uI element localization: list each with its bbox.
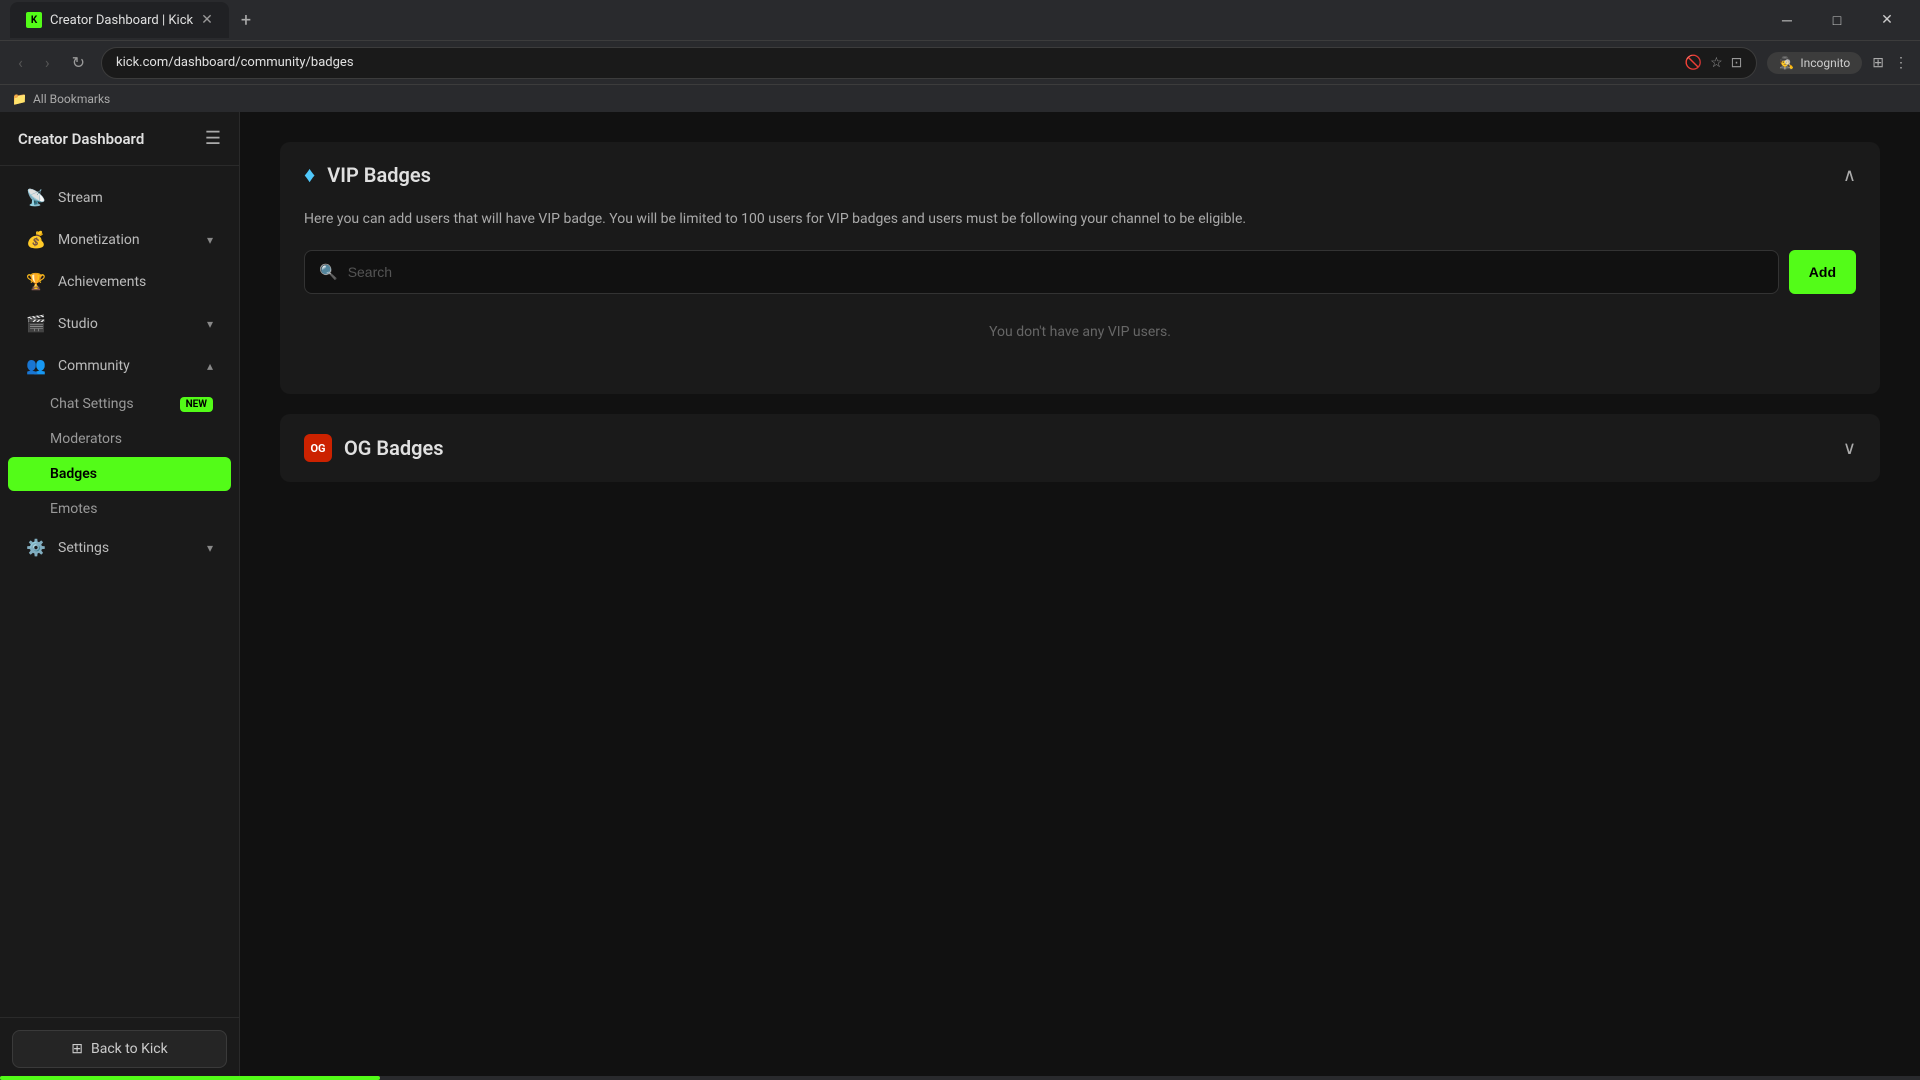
sidebar-nav: 📡 Stream 💰 Monetization ▾ 🏆 Achievements… bbox=[0, 166, 239, 1017]
more-options-icon[interactable]: ⋮ bbox=[1894, 55, 1908, 71]
sidebar-menu-icon[interactable]: ☰ bbox=[205, 128, 221, 149]
back-nav-button[interactable]: ‹ bbox=[12, 47, 29, 78]
chevron-down-icon: ▾ bbox=[207, 233, 213, 247]
chevron-down-icon[interactable]: ∨ bbox=[1843, 438, 1856, 459]
kick-icon: ⊞ bbox=[71, 1041, 83, 1057]
og-badges-title: OG OG Badges bbox=[304, 434, 444, 462]
sidebar-item-community[interactable]: 👥 Community ▴ bbox=[8, 345, 231, 386]
incognito-icon: 🕵 bbox=[1779, 56, 1794, 70]
chevron-up-icon[interactable]: ∧ bbox=[1843, 165, 1856, 186]
og-badges-section: OG OG Badges ∨ bbox=[280, 414, 1880, 482]
minimize-button[interactable]: ─ bbox=[1764, 4, 1810, 36]
sidebar-item-label: Monetization bbox=[58, 232, 195, 248]
sidebar-sub-item-label: Moderators bbox=[50, 431, 122, 447]
sidebar-item-label: Studio bbox=[58, 316, 195, 332]
stream-icon: 📡 bbox=[26, 188, 46, 207]
vip-badges-header[interactable]: ♦ VIP Badges ∧ bbox=[280, 142, 1880, 208]
add-vip-button[interactable]: Add bbox=[1789, 250, 1856, 294]
sidebar-sub-item-label: Chat Settings bbox=[50, 396, 134, 412]
close-window-button[interactable]: ✕ bbox=[1864, 4, 1910, 36]
settings-icon: ⚙️ bbox=[26, 538, 46, 557]
search-input[interactable] bbox=[348, 264, 1764, 280]
sidebar-item-stream[interactable]: 📡 Stream bbox=[8, 177, 231, 218]
community-icon: 👥 bbox=[26, 356, 46, 375]
diamond-icon: ♦ bbox=[304, 162, 315, 188]
split-view-icon[interactable]: ⊡ bbox=[1731, 55, 1743, 71]
bookmarks-bar: 📁 All Bookmarks bbox=[0, 84, 1920, 112]
progress-bar bbox=[0, 1076, 380, 1080]
chevron-down-icon: ▾ bbox=[207, 541, 213, 555]
monetization-icon: 💰 bbox=[26, 230, 46, 249]
incognito-button[interactable]: 🕵 Incognito bbox=[1767, 52, 1862, 74]
vip-badges-section: ♦ VIP Badges ∧ Here you can add users th… bbox=[280, 142, 1880, 394]
address-text: kick.com/dashboard/community/badges bbox=[116, 55, 354, 70]
studio-icon: 🎬 bbox=[26, 314, 46, 333]
vip-badges-title-text: VIP Badges bbox=[327, 163, 431, 187]
sidebar-item-chat-settings[interactable]: Chat Settings NEW bbox=[8, 387, 231, 421]
app-layout: Creator Dashboard ☰ 📡 Stream 💰 Monetizat… bbox=[0, 112, 1920, 1080]
sidebar-item-label: Stream bbox=[58, 190, 213, 206]
browser-tab[interactable]: K Creator Dashboard | Kick ✕ bbox=[10, 2, 229, 38]
camera-off-icon: 🚫 bbox=[1685, 55, 1702, 71]
incognito-label: Incognito bbox=[1800, 56, 1850, 70]
new-badge: NEW bbox=[180, 397, 213, 412]
og-badges-title-text: OG Badges bbox=[344, 436, 444, 460]
forward-nav-button[interactable]: › bbox=[39, 47, 56, 78]
browser-toolbar: ‹ › ↻ kick.com/dashboard/community/badge… bbox=[0, 40, 1920, 84]
new-tab-button[interactable]: + bbox=[237, 6, 255, 35]
address-bar[interactable]: kick.com/dashboard/community/badges 🚫 ☆ … bbox=[101, 47, 1757, 79]
sidebar-item-achievements[interactable]: 🏆 Achievements bbox=[8, 261, 231, 302]
search-box[interactable]: 🔍 bbox=[304, 250, 1779, 294]
sidebar-title: Creator Dashboard bbox=[18, 130, 144, 148]
sidebar-sub-item-label: Badges bbox=[50, 466, 97, 482]
sidebar-item-studio[interactable]: 🎬 Studio ▾ bbox=[8, 303, 231, 344]
sidebar: Creator Dashboard ☰ 📡 Stream 💰 Monetizat… bbox=[0, 112, 240, 1080]
sidebar-item-label: Community bbox=[58, 358, 195, 374]
browser-chrome: K Creator Dashboard | Kick ✕ + ─ □ ✕ ‹ ›… bbox=[0, 0, 1920, 112]
sidebar-footer: ⊞ Back to Kick bbox=[0, 1017, 239, 1080]
search-icon: 🔍 bbox=[319, 263, 338, 281]
maximize-button[interactable]: □ bbox=[1814, 4, 1860, 36]
sidebar-item-emotes[interactable]: Emotes bbox=[8, 492, 231, 526]
vip-badges-body: Here you can add users that will have VI… bbox=[280, 208, 1880, 394]
sidebar-item-badges[interactable]: Badges bbox=[8, 457, 231, 491]
back-to-kick-label: Back to Kick bbox=[91, 1041, 168, 1057]
sidebar-item-settings[interactable]: ⚙️ Settings ▾ bbox=[8, 527, 231, 568]
sidebar-item-moderators[interactable]: Moderators bbox=[8, 422, 231, 456]
tab-title: Creator Dashboard | Kick bbox=[50, 13, 193, 28]
tab-close-button[interactable]: ✕ bbox=[201, 12, 213, 28]
sidebar-item-monetization[interactable]: 💰 Monetization ▾ bbox=[8, 219, 231, 260]
sidebar-header: Creator Dashboard ☰ bbox=[0, 112, 239, 166]
address-icons: 🚫 ☆ ⊡ bbox=[1685, 55, 1743, 71]
back-to-kick-button[interactable]: ⊞ Back to Kick bbox=[12, 1030, 227, 1068]
tab-favicon: K bbox=[26, 12, 42, 28]
vip-badges-description: Here you can add users that will have VI… bbox=[304, 208, 1856, 230]
sidebar-item-label: Achievements bbox=[58, 274, 213, 290]
og-badges-header[interactable]: OG OG Badges ∨ bbox=[280, 414, 1880, 482]
chevron-up-icon: ▴ bbox=[207, 359, 213, 373]
reload-nav-button[interactable]: ↻ bbox=[66, 47, 91, 78]
search-add-row: 🔍 Add bbox=[304, 250, 1856, 294]
sidebar-item-label: Settings bbox=[58, 540, 195, 556]
vip-badges-title: ♦ VIP Badges bbox=[304, 162, 431, 188]
bookmarks-folder-icon: 📁 bbox=[12, 92, 27, 106]
sidebar-sub-item-label: Emotes bbox=[50, 501, 97, 517]
main-content: ♦ VIP Badges ∧ Here you can add users th… bbox=[240, 112, 1920, 1080]
extensions-icon[interactable]: ⊞ bbox=[1872, 55, 1884, 71]
vip-empty-message: You don't have any VIP users. bbox=[304, 294, 1856, 370]
chevron-down-icon: ▾ bbox=[207, 317, 213, 331]
browser-bottom bbox=[0, 1076, 1920, 1080]
toolbar-right: ⊞ ⋮ bbox=[1872, 55, 1908, 71]
og-badge-icon: OG bbox=[304, 434, 332, 462]
window-controls: ─ □ ✕ bbox=[1764, 4, 1910, 36]
bookmark-icon[interactable]: ☆ bbox=[1710, 55, 1723, 71]
bookmarks-label: All Bookmarks bbox=[33, 92, 110, 106]
achievements-icon: 🏆 bbox=[26, 272, 46, 291]
browser-titlebar: K Creator Dashboard | Kick ✕ + ─ □ ✕ bbox=[0, 0, 1920, 40]
